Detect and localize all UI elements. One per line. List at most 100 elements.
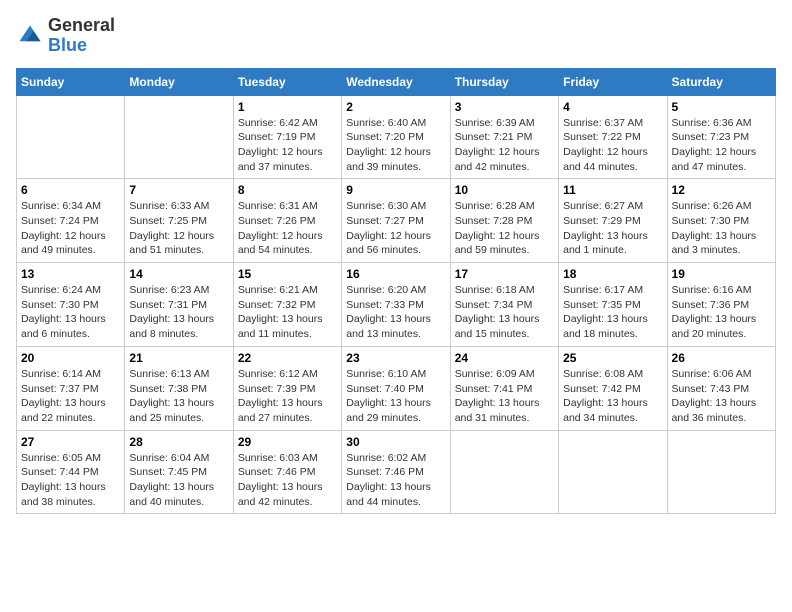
day-info: Sunrise: 6:18 AM Sunset: 7:34 PM Dayligh… xyxy=(455,283,554,342)
day-info: Sunrise: 6:37 AM Sunset: 7:22 PM Dayligh… xyxy=(563,116,662,175)
calendar-cell: 10 Sunrise: 6:28 AM Sunset: 7:28 PM Dayl… xyxy=(450,179,558,263)
calendar-cell xyxy=(559,430,667,514)
day-number: 22 xyxy=(238,351,337,365)
day-info: Sunrise: 6:24 AM Sunset: 7:30 PM Dayligh… xyxy=(21,283,120,342)
sunrise-label: Sunrise: 6:14 AM xyxy=(21,368,101,380)
sunset-label: Sunset: 7:30 PM xyxy=(21,299,99,311)
weekday-header-tuesday: Tuesday xyxy=(233,68,341,95)
day-number: 29 xyxy=(238,435,337,449)
sunset-label: Sunset: 7:24 PM xyxy=(21,215,99,227)
sunset-label: Sunset: 7:36 PM xyxy=(672,299,750,311)
sunset-label: Sunset: 7:29 PM xyxy=(563,215,641,227)
sunset-label: Sunset: 7:40 PM xyxy=(346,383,424,395)
daylight-label: Daylight: 13 hours and 25 minutes. xyxy=(129,397,214,424)
calendar-cell: 8 Sunrise: 6:31 AM Sunset: 7:26 PM Dayli… xyxy=(233,179,341,263)
sunset-label: Sunset: 7:22 PM xyxy=(563,131,641,143)
day-number: 2 xyxy=(346,100,445,114)
day-number: 18 xyxy=(563,267,662,281)
calendar-cell xyxy=(450,430,558,514)
sunset-label: Sunset: 7:41 PM xyxy=(455,383,533,395)
day-info: Sunrise: 6:05 AM Sunset: 7:44 PM Dayligh… xyxy=(21,451,120,510)
sunrise-label: Sunrise: 6:24 AM xyxy=(21,284,101,296)
sunrise-label: Sunrise: 6:34 AM xyxy=(21,200,101,212)
sunset-label: Sunset: 7:38 PM xyxy=(129,383,207,395)
calendar-cell: 22 Sunrise: 6:12 AM Sunset: 7:39 PM Dayl… xyxy=(233,346,341,430)
day-info: Sunrise: 6:27 AM Sunset: 7:29 PM Dayligh… xyxy=(563,199,662,258)
daylight-label: Daylight: 13 hours and 22 minutes. xyxy=(21,397,106,424)
daylight-label: Daylight: 12 hours and 42 minutes. xyxy=(455,146,540,173)
day-info: Sunrise: 6:39 AM Sunset: 7:21 PM Dayligh… xyxy=(455,116,554,175)
calendar-cell: 15 Sunrise: 6:21 AM Sunset: 7:32 PM Dayl… xyxy=(233,263,341,347)
calendar-cell: 29 Sunrise: 6:03 AM Sunset: 7:46 PM Dayl… xyxy=(233,430,341,514)
daylight-label: Daylight: 13 hours and 20 minutes. xyxy=(672,313,757,340)
daylight-label: Daylight: 13 hours and 31 minutes. xyxy=(455,397,540,424)
day-info: Sunrise: 6:26 AM Sunset: 7:30 PM Dayligh… xyxy=(672,199,771,258)
calendar-cell xyxy=(125,95,233,179)
sunrise-label: Sunrise: 6:30 AM xyxy=(346,200,426,212)
day-info: Sunrise: 6:08 AM Sunset: 7:42 PM Dayligh… xyxy=(563,367,662,426)
sunrise-label: Sunrise: 6:40 AM xyxy=(346,117,426,129)
day-number: 6 xyxy=(21,183,120,197)
daylight-label: Daylight: 13 hours and 44 minutes. xyxy=(346,481,431,508)
day-info: Sunrise: 6:33 AM Sunset: 7:25 PM Dayligh… xyxy=(129,199,228,258)
sunset-label: Sunset: 7:26 PM xyxy=(238,215,316,227)
day-info: Sunrise: 6:31 AM Sunset: 7:26 PM Dayligh… xyxy=(238,199,337,258)
sunset-label: Sunset: 7:33 PM xyxy=(346,299,424,311)
calendar-cell: 3 Sunrise: 6:39 AM Sunset: 7:21 PM Dayli… xyxy=(450,95,558,179)
day-info: Sunrise: 6:20 AM Sunset: 7:33 PM Dayligh… xyxy=(346,283,445,342)
day-number: 8 xyxy=(238,183,337,197)
calendar-week-1: 6 Sunrise: 6:34 AM Sunset: 7:24 PM Dayli… xyxy=(17,179,776,263)
logo: General Blue xyxy=(16,16,115,56)
weekday-header-wednesday: Wednesday xyxy=(342,68,450,95)
day-number: 16 xyxy=(346,267,445,281)
calendar-week-3: 20 Sunrise: 6:14 AM Sunset: 7:37 PM Dayl… xyxy=(17,346,776,430)
weekday-header-saturday: Saturday xyxy=(667,68,775,95)
sunrise-label: Sunrise: 6:23 AM xyxy=(129,284,209,296)
day-info: Sunrise: 6:02 AM Sunset: 7:46 PM Dayligh… xyxy=(346,451,445,510)
sunset-label: Sunset: 7:34 PM xyxy=(455,299,533,311)
daylight-label: Daylight: 13 hours and 6 minutes. xyxy=(21,313,106,340)
sunrise-label: Sunrise: 6:27 AM xyxy=(563,200,643,212)
calendar-cell: 5 Sunrise: 6:36 AM Sunset: 7:23 PM Dayli… xyxy=(667,95,775,179)
day-number: 7 xyxy=(129,183,228,197)
sunrise-label: Sunrise: 6:42 AM xyxy=(238,117,318,129)
calendar-cell: 30 Sunrise: 6:02 AM Sunset: 7:46 PM Dayl… xyxy=(342,430,450,514)
daylight-label: Daylight: 12 hours and 37 minutes. xyxy=(238,146,323,173)
daylight-label: Daylight: 12 hours and 39 minutes. xyxy=(346,146,431,173)
sunset-label: Sunset: 7:30 PM xyxy=(672,215,750,227)
daylight-label: Daylight: 13 hours and 34 minutes. xyxy=(563,397,648,424)
calendar-week-2: 13 Sunrise: 6:24 AM Sunset: 7:30 PM Dayl… xyxy=(17,263,776,347)
day-number: 10 xyxy=(455,183,554,197)
sunset-label: Sunset: 7:42 PM xyxy=(563,383,641,395)
logo-text: General Blue xyxy=(48,16,115,56)
day-number: 5 xyxy=(672,100,771,114)
sunrise-label: Sunrise: 6:33 AM xyxy=(129,200,209,212)
sunset-label: Sunset: 7:21 PM xyxy=(455,131,533,143)
calendar-cell xyxy=(17,95,125,179)
day-info: Sunrise: 6:36 AM Sunset: 7:23 PM Dayligh… xyxy=(672,116,771,175)
sunset-label: Sunset: 7:23 PM xyxy=(672,131,750,143)
sunset-label: Sunset: 7:25 PM xyxy=(129,215,207,227)
calendar-cell: 9 Sunrise: 6:30 AM Sunset: 7:27 PM Dayli… xyxy=(342,179,450,263)
sunrise-label: Sunrise: 6:04 AM xyxy=(129,452,209,464)
weekday-header-sunday: Sunday xyxy=(17,68,125,95)
sunrise-label: Sunrise: 6:37 AM xyxy=(563,117,643,129)
day-number: 1 xyxy=(238,100,337,114)
day-info: Sunrise: 6:40 AM Sunset: 7:20 PM Dayligh… xyxy=(346,116,445,175)
day-number: 27 xyxy=(21,435,120,449)
day-number: 23 xyxy=(346,351,445,365)
sunset-label: Sunset: 7:19 PM xyxy=(238,131,316,143)
sunset-label: Sunset: 7:45 PM xyxy=(129,466,207,478)
sunset-label: Sunset: 7:32 PM xyxy=(238,299,316,311)
day-number: 14 xyxy=(129,267,228,281)
day-info: Sunrise: 6:04 AM Sunset: 7:45 PM Dayligh… xyxy=(129,451,228,510)
day-info: Sunrise: 6:21 AM Sunset: 7:32 PM Dayligh… xyxy=(238,283,337,342)
page-header: General Blue xyxy=(16,16,776,56)
calendar-cell xyxy=(667,430,775,514)
daylight-label: Daylight: 13 hours and 36 minutes. xyxy=(672,397,757,424)
sunrise-label: Sunrise: 6:36 AM xyxy=(672,117,752,129)
sunset-label: Sunset: 7:39 PM xyxy=(238,383,316,395)
sunset-label: Sunset: 7:37 PM xyxy=(21,383,99,395)
weekday-row: SundayMondayTuesdayWednesdayThursdayFrid… xyxy=(17,68,776,95)
day-number: 13 xyxy=(21,267,120,281)
